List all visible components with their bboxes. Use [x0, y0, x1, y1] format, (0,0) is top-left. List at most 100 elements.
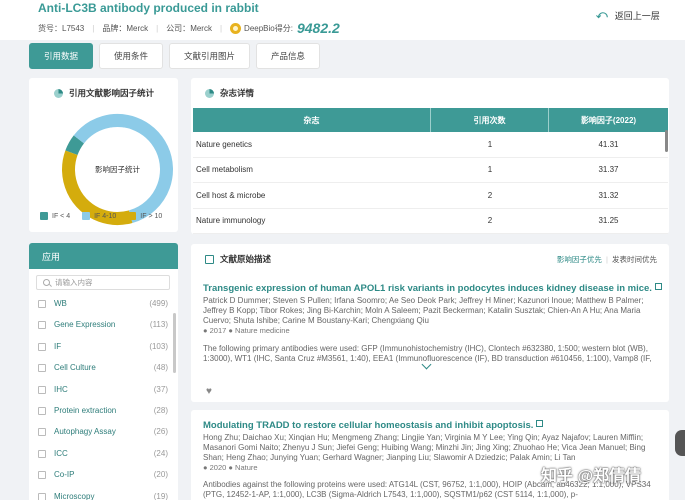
- citation-count-cell: 1: [487, 165, 493, 175]
- application-filter-item[interactable]: Co-IP (20): [29, 465, 178, 486]
- donut-center-label: 影响因子统计: [95, 165, 140, 174]
- back-button[interactable]: ⤺ 返回上一层: [596, 9, 660, 22]
- tab-usage-conditions[interactable]: 使用条件: [99, 43, 164, 69]
- catalog-label: 货号：: [38, 23, 62, 33]
- application-search-input[interactable]: 请输入内容: [36, 275, 170, 290]
- calendar-icon: ●: [203, 326, 208, 335]
- journal-name-cell: Cell metabolism: [196, 165, 253, 175]
- tab-product-info[interactable]: 产品信息: [256, 43, 321, 69]
- citation-count-cell: 2: [487, 216, 493, 226]
- external-link-icon[interactable]: [536, 420, 544, 427]
- sort-by-impact-link[interactable]: 影响因子优先: [557, 255, 602, 264]
- sort-by-date-link[interactable]: 发表时间优先: [612, 255, 657, 264]
- table-row: Nature genetics 1 41.31: [193, 132, 668, 158]
- product-title: Anti-LC3B antibody produced in rabbit: [38, 1, 259, 15]
- application-filter-card: 应用 请输入内容 WB (499) Gene Expression (113) IF (1…: [29, 243, 178, 500]
- impact-donut-chart: 影响因子统计: [60, 112, 175, 227]
- journal-table-scrollbar[interactable]: [665, 130, 668, 152]
- company-label: 公司：: [166, 23, 191, 33]
- search-icon: [43, 279, 50, 286]
- article-pub-info: ● 2020 ● Nature: [203, 463, 258, 472]
- application-label: Autophagy Assay: [54, 427, 116, 437]
- impact-factor-title-text: 引用文献影响因子统计: [69, 88, 155, 98]
- article-year: 2017: [209, 326, 227, 335]
- application-label: ICC: [54, 448, 68, 458]
- pie-chart-icon: [205, 88, 214, 98]
- application-count: (103): [149, 341, 168, 351]
- literature-title: 文献原始描述: [205, 253, 271, 265]
- article-title-link[interactable]: Transgenic expression of human APOL1 ris…: [203, 283, 662, 294]
- filter-checkbox[interactable]: [38, 342, 46, 351]
- application-filter-item[interactable]: Gene Expression (113): [29, 315, 178, 336]
- calendar-icon: ●: [203, 463, 208, 472]
- journal-name-cell: Cell host & microbe: [196, 190, 266, 200]
- application-filter-item[interactable]: IHC (37): [29, 380, 178, 401]
- filter-checkbox[interactable]: [38, 385, 46, 394]
- meta-divider: |: [92, 23, 95, 33]
- application-count: (20): [153, 470, 168, 480]
- application-filter-item[interactable]: IF (103): [29, 337, 178, 358]
- column-journal[interactable]: 杂志: [193, 108, 431, 132]
- application-filter-item[interactable]: WB (499): [29, 294, 178, 315]
- journal-details-title: 杂志详情: [205, 87, 254, 99]
- score-value: 9482.2: [296, 20, 340, 36]
- company-value: Merck: [190, 23, 212, 33]
- tab-bar: 引用数据 使用条件 文献引用图片 产品信息: [29, 43, 321, 69]
- application-count: (24): [153, 448, 168, 458]
- journal-name-cell: Nature immunology: [196, 216, 266, 226]
- application-label: Protein extraction: [54, 405, 117, 415]
- application-label: IHC: [54, 384, 68, 394]
- article-journal: Nature medicine: [235, 326, 290, 335]
- column-citations[interactable]: 引用次数: [431, 108, 549, 132]
- journal-details-title-text: 杂志详情: [220, 88, 255, 98]
- filter-checkbox[interactable]: [38, 449, 46, 458]
- article-journal: Nature: [235, 463, 258, 472]
- application-filter-item[interactable]: Autophagy Assay (26): [29, 422, 178, 443]
- article-title-text: Modulating TRADD to restore cellular hom…: [203, 420, 534, 431]
- article-authors: Hong Zhu; Daichao Xu; Xinqian Hu; Mengme…: [203, 433, 646, 462]
- legend-label: IF 4-10: [94, 212, 117, 220]
- citation-count-cell: 2: [487, 190, 493, 200]
- pie-chart-icon: [54, 88, 63, 98]
- literature-card-2: Modulating TRADD to restore cellular hom…: [191, 410, 669, 500]
- filter-checkbox[interactable]: [38, 300, 46, 308]
- tab-citation-images[interactable]: 文献引用图片: [169, 43, 251, 69]
- application-label: Co-IP: [54, 470, 75, 480]
- tab-citation-data[interactable]: 引用数据: [29, 43, 94, 69]
- filter-checkbox[interactable]: [38, 406, 46, 415]
- filter-checkbox[interactable]: [38, 428, 46, 437]
- legend-item: IF < 4: [40, 212, 70, 220]
- journal-icon: ●: [228, 326, 233, 335]
- application-label: Gene Expression: [54, 320, 116, 330]
- application-label: IF: [54, 341, 62, 351]
- meta-divider: |: [156, 23, 159, 33]
- product-header: Anti-LC3B antibody produced in rabbit 货号…: [0, 0, 685, 40]
- application-filter-item[interactable]: ICC (24): [29, 444, 178, 465]
- article-year: 2020: [209, 463, 227, 472]
- article-title-link[interactable]: Modulating TRADD to restore cellular hom…: [203, 420, 544, 431]
- application-filter-item[interactable]: Protein extraction (28): [29, 401, 178, 422]
- heart-icon[interactable]: ♥: [206, 386, 212, 397]
- application-filter-item[interactable]: Microscopy (19): [29, 487, 178, 500]
- side-float-button[interactable]: [675, 430, 685, 456]
- filter-checkbox[interactable]: [38, 321, 46, 330]
- application-count: (37): [153, 384, 168, 394]
- legend-label: IF > 10: [140, 212, 163, 220]
- application-filter-item[interactable]: Cell Culture (48): [29, 358, 178, 379]
- article-pub-info: ● 2017 ● Nature medicine: [203, 326, 290, 335]
- literature-title-text: 文献原始描述: [220, 254, 272, 264]
- external-link-icon[interactable]: [654, 283, 662, 290]
- journal-table-body: Nature genetics 1 41.31 Cell metabolism 1 31.…: [193, 132, 668, 234]
- filter-checkbox[interactable]: [38, 471, 46, 480]
- article-abstract: The following primary antibodies were us…: [203, 344, 652, 363]
- back-arrow-icon: ⤺: [596, 9, 608, 21]
- legend-swatch: [40, 212, 48, 220]
- filter-checkbox[interactable]: [38, 364, 46, 373]
- application-label: WB: [54, 299, 67, 308]
- brand-value: Merck: [126, 23, 149, 33]
- journal-name-cell: Nature genetics: [196, 139, 253, 149]
- back-label: 返回上一层: [614, 11, 660, 21]
- application-header: 应用: [29, 243, 178, 269]
- column-impact-factor[interactable]: 影响因子(2022): [549, 108, 668, 132]
- filter-checkbox[interactable]: [38, 492, 46, 500]
